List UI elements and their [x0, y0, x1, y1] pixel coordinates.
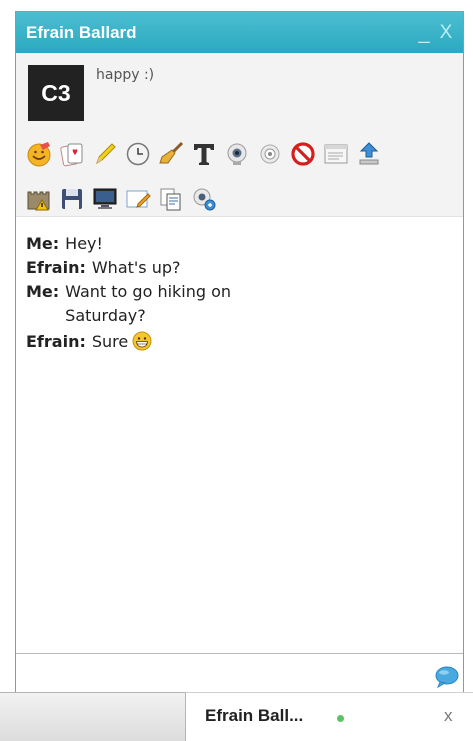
- message-sender: Efrain:: [26, 332, 86, 351]
- pencil-icon[interactable]: [92, 141, 118, 167]
- audio-icon[interactable]: [257, 141, 283, 167]
- online-status-icon: [337, 715, 344, 722]
- contact-info-area: C3 happy :): [16, 53, 463, 217]
- status-message: happy :): [96, 67, 155, 83]
- message: Me: Hey!: [26, 232, 356, 256]
- minimize-button[interactable]: _: [413, 23, 435, 43]
- emoticon-icon[interactable]: [26, 141, 52, 167]
- close-button[interactable]: X: [435, 22, 457, 43]
- save-icon[interactable]: [59, 186, 85, 212]
- games-icon[interactable]: [59, 141, 85, 167]
- message-text: Sure: [91, 332, 129, 351]
- message: Efrain: Sure: [26, 330, 356, 354]
- font-icon[interactable]: [191, 141, 217, 167]
- clock-icon[interactable]: [125, 141, 151, 167]
- message-text: Hey!: [65, 234, 103, 253]
- copy-icon[interactable]: [158, 186, 184, 212]
- message-text: What's up?: [91, 258, 181, 277]
- message-sender: Me:: [26, 234, 60, 253]
- chat-title: Efrain Ballard: [26, 22, 137, 42]
- message-sender: Efrain:: [26, 258, 86, 277]
- chat-window: Efrain Ballard _ X C3 happy :) Me: Hey! …: [15, 11, 464, 692]
- window-icon[interactable]: [323, 141, 349, 167]
- upload-icon[interactable]: [356, 141, 382, 167]
- chat-dock: Efrain Ball... x: [0, 692, 473, 741]
- dock-chat-tab[interactable]: Efrain Ball... x: [186, 692, 473, 741]
- chat-titlebar[interactable]: Efrain Ballard _ X: [16, 12, 463, 53]
- message-sender: Me:: [26, 282, 60, 301]
- search-webcam-icon[interactable]: [191, 186, 217, 212]
- toolbar-row-1: [26, 141, 382, 167]
- whiteboard-icon[interactable]: [125, 186, 151, 212]
- block-icon[interactable]: [290, 141, 316, 167]
- message-input-area[interactable]: [16, 653, 463, 692]
- dock-tab-label: Efrain Ball...: [205, 706, 304, 725]
- message: Me: Want to go hiking on Saturday?: [26, 280, 356, 328]
- avatar[interactable]: C3: [28, 65, 84, 121]
- message: Efrain: What's up?: [26, 256, 356, 280]
- toolbar-row-2: [26, 186, 217, 212]
- dock-close-button[interactable]: x: [444, 706, 453, 726]
- castle-warning-icon[interactable]: [26, 186, 52, 212]
- speech-bubble-icon[interactable]: [435, 666, 459, 688]
- grin-emoji: [132, 331, 152, 351]
- webcam-icon[interactable]: [224, 141, 250, 167]
- screen-share-icon[interactable]: [92, 186, 118, 212]
- message-text: Want to go hiking on Saturday?: [65, 282, 232, 325]
- dock-empty-area: [0, 692, 186, 741]
- message-list: Me: Hey! Efrain: What's up? Me: Want to go …: [26, 232, 356, 354]
- broom-icon[interactable]: [158, 141, 184, 167]
